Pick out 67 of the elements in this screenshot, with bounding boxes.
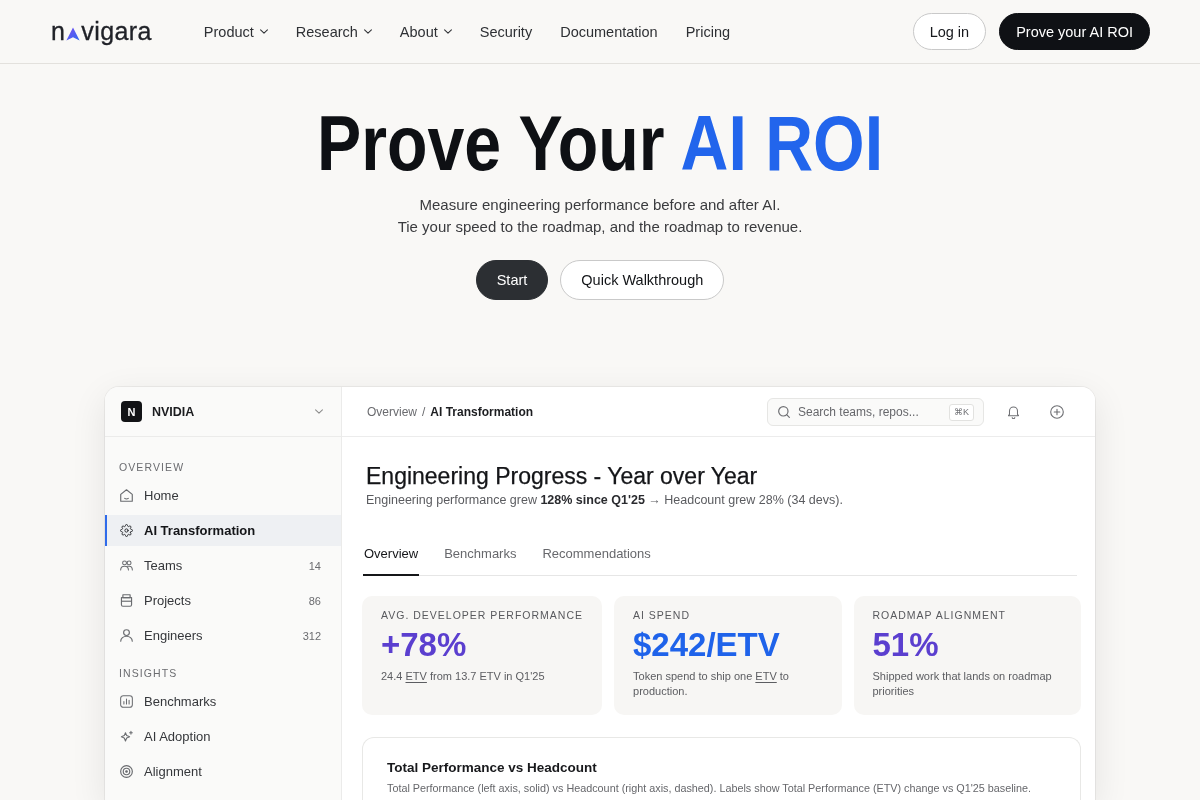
chevron-down-icon bbox=[363, 29, 372, 34]
nav-link[interactable]: Pricing bbox=[685, 23, 730, 40]
house-icon bbox=[120, 489, 133, 502]
login-button[interactable]: Log in bbox=[912, 13, 987, 50]
chart-description: Total Performance (left axis, solid) vs Headcount (right axis, dashed). Labels show Total Performance (ETV) change vs Q1'25 baseline. bbox=[387, 781, 1031, 795]
gear-icon bbox=[120, 524, 133, 537]
metric-value: +78% bbox=[381, 627, 467, 663]
tab[interactable]: Overview bbox=[363, 534, 420, 576]
glossary-term[interactable]: ETV bbox=[405, 670, 427, 682]
sidebar-item[interactable]: Home bbox=[105, 480, 341, 511]
hero-subtitle: Measure engineering performance before and after AI. bbox=[418, 195, 782, 215]
item-count: 14 bbox=[308, 559, 321, 572]
bar-chart-icon bbox=[120, 695, 133, 708]
logo-text: vigara bbox=[81, 19, 152, 44]
metric-label: AVG. DEVELOPER PERFORMANCE bbox=[381, 609, 583, 621]
metric-label: AI SPEND bbox=[633, 609, 691, 621]
metric-description: Token spend to ship one ETV to production. bbox=[633, 669, 790, 699]
cta-button[interactable]: Prove your AI ROI bbox=[999, 13, 1150, 50]
nav-link[interactable]: About bbox=[399, 23, 452, 40]
logo-arrow-icon bbox=[66, 26, 81, 41]
walkthrough-button[interactable]: Quick Walkthrough bbox=[560, 260, 725, 300]
plus-circle-icon[interactable] bbox=[1050, 404, 1064, 419]
sidebar-item[interactable]: Projects 86 bbox=[105, 585, 341, 616]
section-label: OVERVIEW bbox=[119, 461, 185, 473]
sidebar-item[interactable]: AI Adoption bbox=[105, 721, 341, 752]
metric-description: Shipped work that lands on roadmap priorities bbox=[872, 669, 1053, 699]
hero-subtitle: Tie your speed to the roadmap, and the roadmap to revenue. bbox=[396, 217, 804, 237]
glossary-term[interactable]: ETV bbox=[755, 670, 777, 682]
nav-link[interactable]: Documentation bbox=[560, 23, 658, 40]
sidebar-item[interactable]: Engineers 312 bbox=[105, 620, 341, 651]
metric-description: 24.4 ETV from 13.7 ETV in Q1'25 bbox=[381, 669, 545, 684]
jar-icon bbox=[120, 594, 133, 607]
item-count: 86 bbox=[308, 594, 321, 607]
tab[interactable]: Benchmarks bbox=[443, 534, 518, 576]
nav-link[interactable]: Security bbox=[479, 23, 533, 40]
chevron-down-icon bbox=[443, 29, 452, 34]
sidebar-item[interactable]: Teams 14 bbox=[105, 550, 341, 581]
chevron-down-icon[interactable] bbox=[315, 409, 323, 414]
section-label: INSIGHTS bbox=[119, 667, 178, 679]
workspace-logo: N bbox=[121, 401, 142, 422]
chevron-down-icon bbox=[259, 29, 268, 34]
tab[interactable]: Recommendations bbox=[541, 534, 652, 576]
people-icon bbox=[120, 559, 133, 572]
bell-icon[interactable] bbox=[1007, 404, 1020, 419]
logo-text: n bbox=[51, 19, 66, 44]
breadcrumb-current: AI Transformation bbox=[430, 404, 534, 419]
target-icon bbox=[120, 765, 133, 778]
sidebar-item[interactable]: Benchmarks bbox=[105, 686, 341, 717]
sidebar-item[interactable]: AI Transformation bbox=[105, 515, 341, 546]
search-icon bbox=[778, 405, 790, 418]
start-button[interactable]: Start bbox=[475, 260, 549, 300]
nav-link[interactable]: Research bbox=[295, 23, 372, 40]
breadcrumb-separator: / bbox=[422, 404, 426, 419]
sidebar-item[interactable]: Alignment bbox=[105, 756, 341, 787]
metric-value: 51% bbox=[872, 627, 939, 663]
page-subtitle: Engineering performance grew 128% since Q1'25 → Headcount grew 28% (34 devs). bbox=[366, 492, 843, 509]
page-title: Engineering Progress - Year over Year bbox=[366, 462, 758, 490]
user-icon bbox=[120, 629, 133, 642]
item-count: 312 bbox=[302, 629, 321, 642]
breadcrumb-link[interactable]: Overview bbox=[367, 404, 417, 419]
nav-link[interactable]: Product bbox=[203, 23, 268, 40]
chart-title: Total Performance vs Headcount bbox=[387, 760, 597, 776]
metric-value: $242/ETV bbox=[633, 627, 780, 663]
metric-label: ROADMAP ALIGNMENT bbox=[872, 609, 1006, 621]
hero-title: Prove Your AI ROI bbox=[316, 100, 884, 186]
workspace-name: NVIDIA bbox=[152, 404, 195, 419]
sparkle-icon bbox=[120, 730, 133, 743]
